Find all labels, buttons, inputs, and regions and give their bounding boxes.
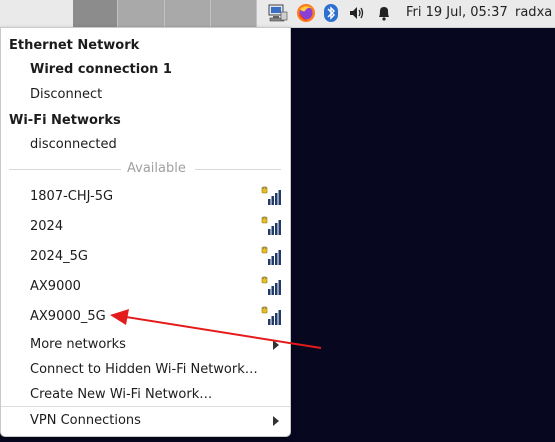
create-new-wifi-item[interactable]: Create New Wi-Fi Network… xyxy=(1,387,319,402)
submenu-arrow-icon xyxy=(273,340,279,350)
vpn-connections-item[interactable]: VPN Connections xyxy=(1,413,319,428)
taskbar-button[interactable] xyxy=(73,0,118,27)
wifi-header: Wi-Fi Networks xyxy=(9,113,121,128)
volume-icon[interactable] xyxy=(347,3,367,23)
taskbar-button[interactable] xyxy=(165,0,211,27)
menu-divider xyxy=(1,406,290,407)
user-menu[interactable]: radxa xyxy=(515,5,552,20)
wifi-secure-signal-icon xyxy=(261,246,281,265)
wifi-secure-signal-icon xyxy=(261,216,281,235)
disconnect-item[interactable]: Disconnect xyxy=(1,87,319,102)
bluetooth-icon[interactable] xyxy=(321,3,341,23)
connect-hidden-wifi-item[interactable]: Connect to Hidden Wi-Fi Network… xyxy=(1,362,319,377)
top-panel: Fri 19 Jul, 05:37 radxa xyxy=(0,0,555,28)
network-menu: Ethernet Network Wired connection 1 Disc… xyxy=(0,27,291,437)
wifi-secure-signal-icon xyxy=(261,186,281,205)
taskbar-button[interactable] xyxy=(118,0,165,27)
wifi-secure-signal-icon xyxy=(261,276,281,295)
wired-connection-item[interactable]: Wired connection 1 xyxy=(1,62,319,77)
wifi-status: disconnected xyxy=(30,137,117,152)
taskbar-button[interactable] xyxy=(211,0,257,27)
clock[interactable]: Fri 19 Jul, 05:37 xyxy=(406,5,508,20)
more-networks-item[interactable]: More networks xyxy=(1,337,319,352)
available-label: Available xyxy=(127,161,186,176)
network-computer-icon[interactable] xyxy=(268,3,288,23)
wifi-secure-signal-icon xyxy=(261,306,281,325)
submenu-arrow-icon xyxy=(273,416,279,426)
available-separator: Available xyxy=(1,161,290,177)
bell-icon[interactable] xyxy=(374,3,394,23)
firefox-icon[interactable] xyxy=(296,3,316,23)
ethernet-header: Ethernet Network xyxy=(9,38,140,53)
